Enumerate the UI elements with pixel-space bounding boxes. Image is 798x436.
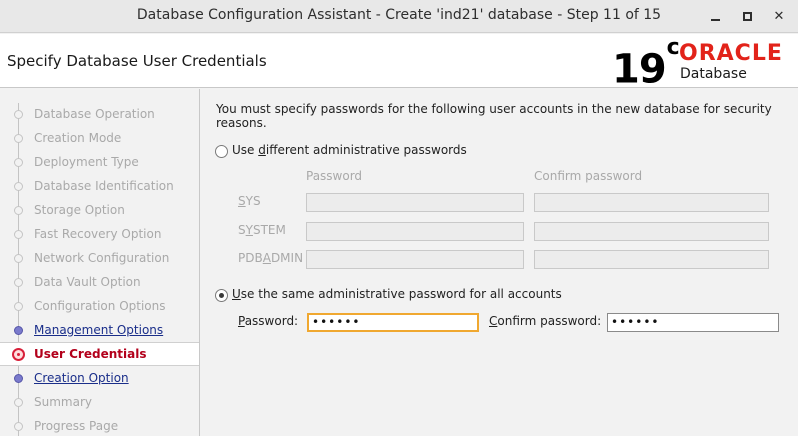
step-label: Summary (34, 395, 92, 409)
minimize-icon[interactable] (706, 7, 724, 25)
step-marker-icon (14, 254, 23, 263)
close-icon[interactable]: ✕ (770, 7, 788, 25)
step-marker-icon (14, 398, 23, 407)
sys-label: SYS (238, 194, 261, 208)
step-fast-recovery-option: Fast Recovery Option (0, 222, 199, 246)
step-summary: Summary (0, 390, 199, 414)
same-password-label[interactable]: Use the same administrative password for… (232, 287, 562, 301)
step-database-operation: Database Operation (0, 102, 199, 126)
step-label: Storage Option (34, 203, 125, 217)
step-label: Management Options (34, 323, 164, 337)
step-marker-icon (14, 182, 23, 191)
window-titlebar: Database Configuration Assistant - Creat… (0, 0, 798, 33)
page-title: Specify Database User Credentials (7, 52, 267, 70)
step-marker-icon (14, 422, 23, 431)
step-management-options[interactable]: Management Options (0, 318, 199, 342)
step-label: Fast Recovery Option (34, 227, 162, 241)
confirm-password-label: Confirm password: (489, 314, 602, 328)
step-progress-page: Progress Page (0, 414, 199, 436)
step-marker-icon (14, 110, 23, 119)
intro-text: You must specify passwords for the follo… (216, 102, 772, 130)
steps-sidebar: Database Operation Creation Mode Deploymen… (0, 89, 200, 436)
step-label: Network Configuration (34, 251, 170, 265)
step-marker-icon (14, 302, 23, 311)
password-input[interactable]: •••••• (307, 313, 479, 332)
step-label: Creation Option (34, 371, 129, 385)
step-marker-icon (14, 206, 23, 215)
sys-confirm-field[interactable] (534, 193, 769, 212)
step-label: Deployment Type (34, 155, 139, 169)
different-passwords-radio[interactable] (215, 145, 228, 158)
logo-brand: ORACLE (679, 41, 783, 66)
step-marker-icon (14, 326, 23, 335)
step-label: Creation Mode (34, 131, 122, 145)
step-label: Progress Page (34, 419, 119, 433)
password-column-header: Password (306, 169, 363, 183)
step-marker-icon (14, 230, 23, 239)
system-password-field[interactable] (306, 222, 524, 241)
pdbadmin-confirm-field[interactable] (534, 250, 769, 269)
step-user-credentials[interactable]: User Credentials (0, 342, 199, 366)
logo-product: Database (680, 66, 747, 82)
step-creation-option[interactable]: Creation Option (0, 366, 199, 390)
oracle-logo: 19c ORACLE Database (612, 35, 792, 91)
pdbadmin-label: PDBADMIN (238, 251, 304, 265)
step-marker-icon (14, 374, 23, 383)
step-label: Configuration Options (34, 299, 166, 313)
step-marker-icon (14, 158, 23, 167)
password-label: Password: (238, 314, 299, 328)
page-header: Specify Database User Credentials 19c OR… (0, 34, 798, 91)
window-title: Database Configuration Assistant - Creat… (136, 7, 662, 23)
logo-version: 19c (612, 35, 680, 93)
different-passwords-label[interactable]: Use different administrative passwords (232, 143, 467, 157)
confirm-password-input[interactable]: •••••• (607, 313, 779, 332)
step-network-configuration: Network Configuration (0, 246, 199, 270)
pdbadmin-password-field[interactable] (306, 250, 524, 269)
main-content: You must specify passwords for the follo… (201, 89, 798, 436)
step-deployment-type: Deployment Type (0, 150, 199, 174)
sys-password-field[interactable] (306, 193, 524, 212)
step-label: Database Identification (34, 179, 174, 193)
step-marker-icon (12, 348, 25, 361)
system-confirm-field[interactable] (534, 222, 769, 241)
confirm-column-header: Confirm password (534, 169, 643, 183)
step-creation-mode: Creation Mode (0, 126, 199, 150)
maximize-icon[interactable] (738, 7, 756, 25)
step-label: Database Operation (34, 107, 155, 121)
step-database-identification: Database Identification (0, 174, 199, 198)
step-marker-icon (14, 134, 23, 143)
step-marker-icon (14, 278, 23, 287)
step-data-vault-option: Data Vault Option (0, 270, 199, 294)
step-label: Data Vault Option (34, 275, 141, 289)
system-label: SYSTEM (238, 223, 286, 237)
step-storage-option: Storage Option (0, 198, 199, 222)
same-password-radio[interactable] (215, 289, 228, 302)
step-label: User Credentials (34, 347, 147, 361)
step-configuration-options: Configuration Options (0, 294, 199, 318)
